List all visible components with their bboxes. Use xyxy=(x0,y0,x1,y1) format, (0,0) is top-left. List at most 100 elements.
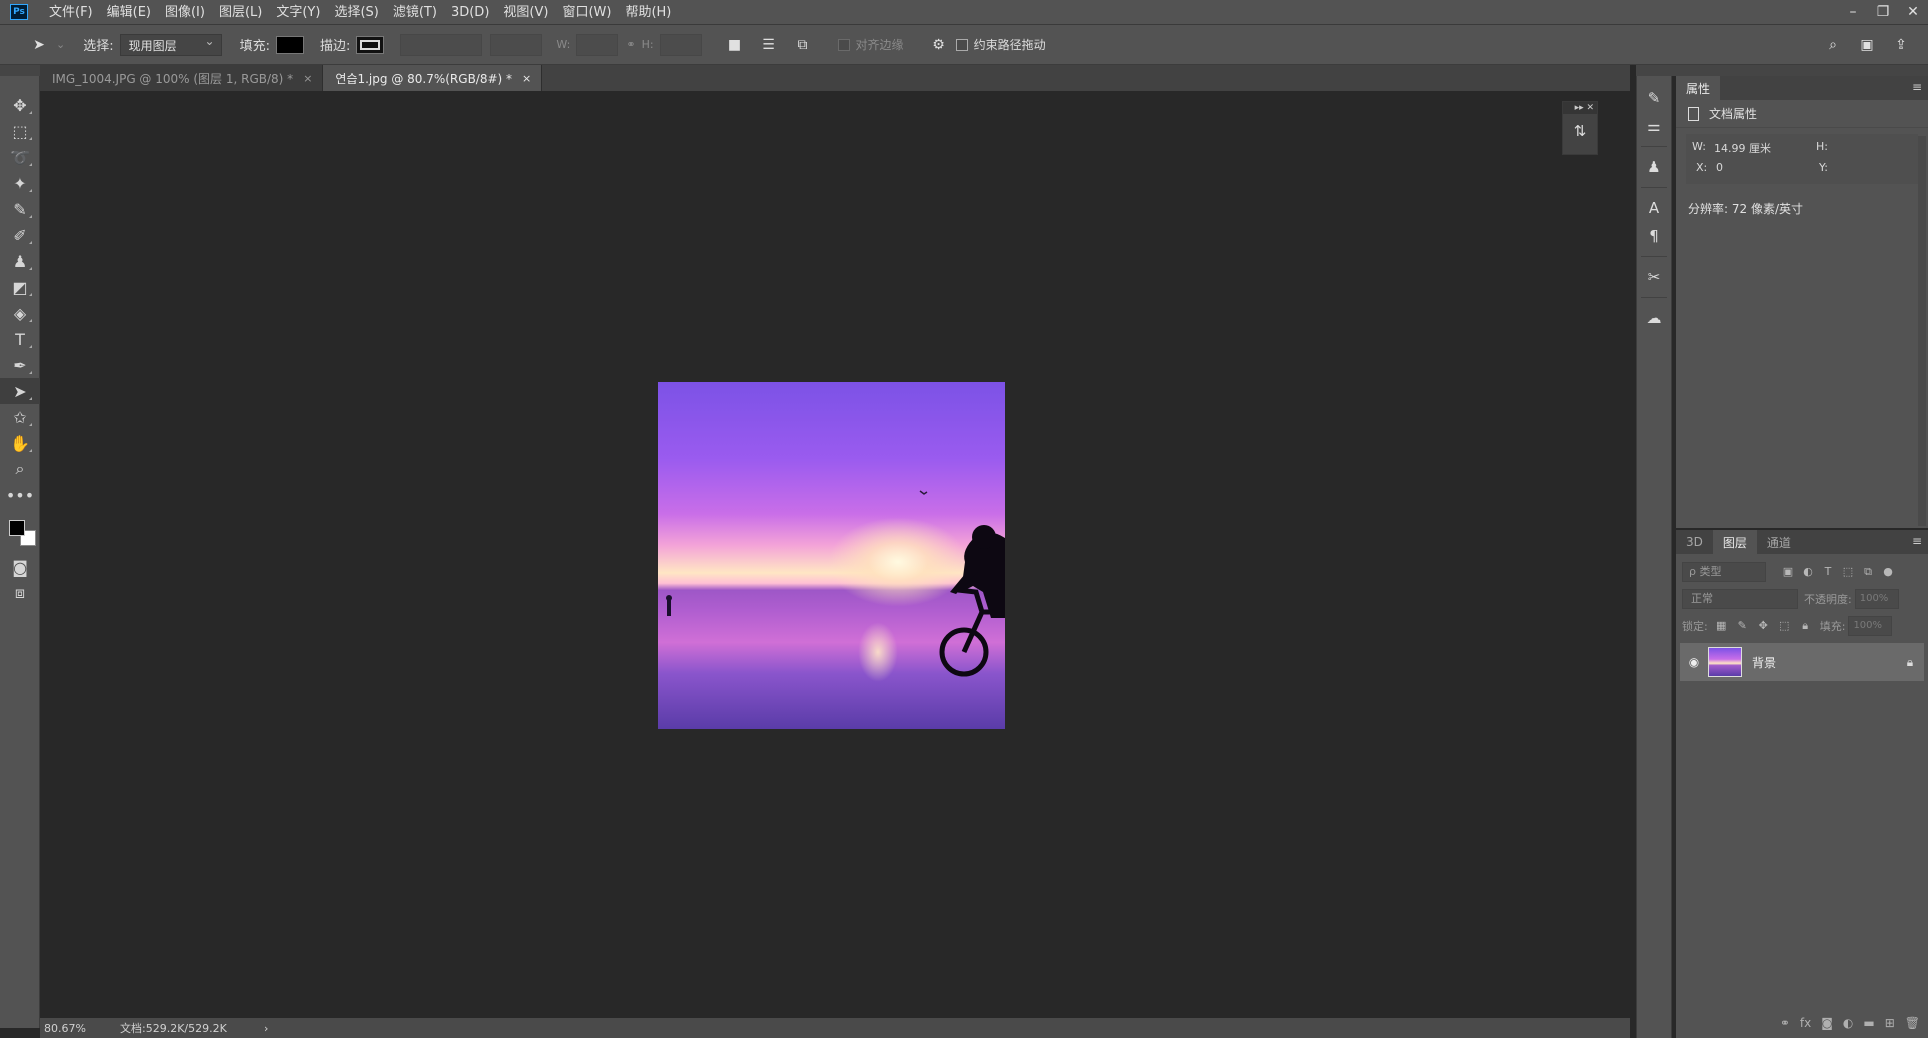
menu-window[interactable]: 窗口(W) xyxy=(555,0,618,25)
share-icon[interactable]: ⇪ xyxy=(1890,34,1912,56)
lock-transparent-icon[interactable]: ▦ xyxy=(1711,619,1732,632)
menu-file[interactable]: 文件(F) xyxy=(42,0,100,25)
lock-artboard-icon[interactable]: ⬚ xyxy=(1774,619,1795,632)
tab-layers[interactable]: 图层 xyxy=(1712,530,1757,554)
zoom-tool-icon[interactable]: ⌕ xyxy=(0,456,40,482)
select-dropdown[interactable]: 现用图层 xyxy=(119,33,222,56)
minimize-button[interactable]: – xyxy=(1838,0,1868,25)
layer-name[interactable]: 背景 xyxy=(1752,654,1896,671)
tab-properties[interactable]: 属性 xyxy=(1676,76,1721,100)
canvas-area[interactable]: ▸▸ ✕ ⇅ xyxy=(40,91,1630,1018)
filter-adjustment-icon[interactable]: ◐ xyxy=(1798,565,1818,578)
lasso-tool-icon[interactable]: ➰ xyxy=(0,144,40,170)
close-icon[interactable]: × xyxy=(303,72,312,85)
menu-edit[interactable]: 编辑(E) xyxy=(100,0,158,25)
filter-shape-icon[interactable]: ⬚ xyxy=(1838,565,1858,578)
move-tool-icon[interactable]: ✥ xyxy=(0,92,40,118)
path-operations-icon[interactable]: ■ xyxy=(724,34,746,56)
clone-source-icon[interactable]: ♟ xyxy=(1637,153,1671,181)
align-edges-checkbox[interactable] xyxy=(837,38,850,51)
new-group-icon[interactable]: ▬ xyxy=(1863,1016,1874,1030)
tool-preset-chevron-icon[interactable]: ⌄ xyxy=(56,38,65,51)
custom-shape-tool-icon[interactable]: ✩ xyxy=(0,404,40,430)
opacity-field[interactable]: 100% xyxy=(1854,588,1899,609)
fill-field[interactable]: 100% xyxy=(1848,615,1893,636)
workspace-icon[interactable]: ▣ xyxy=(1856,34,1878,56)
adjustment-layer-icon[interactable]: ◐ xyxy=(1843,1016,1853,1030)
status-menu-arrow-icon[interactable]: › xyxy=(264,1022,268,1035)
menu-layer[interactable]: 图层(L) xyxy=(212,0,269,25)
filter-smart-object-icon[interactable]: ⧉ xyxy=(1858,565,1878,579)
w-value[interactable]: 14.99 厘米 xyxy=(1714,140,1771,156)
path-selection-tool-icon[interactable]: ➤ xyxy=(0,378,40,404)
layer-filter-dropdown[interactable]: ρ 类型 xyxy=(1682,561,1766,582)
eyedropper-tool-icon[interactable]: ✎ xyxy=(0,196,40,222)
delete-layer-icon[interactable]: 🗑︎ xyxy=(1905,1016,1920,1030)
tab-img-1004[interactable]: IMG_1004.JPG @ 100% (图层 1, RGB/8) * × xyxy=(40,65,324,91)
restore-button[interactable]: ❐ xyxy=(1868,0,1898,25)
menu-filter[interactable]: 滤镜(T) xyxy=(386,0,444,25)
tool-presets-icon[interactable]: ✂ xyxy=(1637,263,1671,291)
link-layers-icon[interactable]: ⚭ xyxy=(1780,1016,1790,1030)
search-icon[interactable]: ⌕ xyxy=(1822,34,1844,56)
layer-row[interactable]: ◉ 背景 🔒︎ xyxy=(1680,643,1924,681)
libraries-icon[interactable]: ☁ xyxy=(1637,304,1671,332)
brush-tool-icon[interactable]: ✐ xyxy=(0,222,40,248)
height-field[interactable] xyxy=(659,33,702,56)
close-window-button[interactable]: ✕ xyxy=(1898,0,1928,25)
x-value[interactable]: 0 xyxy=(1716,161,1723,174)
menu-help[interactable]: 帮助(H) xyxy=(618,0,678,25)
eraser-tool-icon[interactable]: ◩ xyxy=(0,274,40,300)
paragraph-icon[interactable]: ¶ xyxy=(1637,222,1671,250)
stroke-swatch[interactable] xyxy=(356,35,385,54)
clone-stamp-tool-icon[interactable]: ♟ xyxy=(0,248,40,274)
character-icon[interactable]: A xyxy=(1637,194,1671,222)
filter-toggle-icon[interactable]: ● xyxy=(1878,565,1898,578)
zoom-level[interactable]: 80.67% xyxy=(40,1022,120,1035)
path-selection-tool-preset-icon[interactable]: ➤ xyxy=(28,34,50,56)
panels-collapse-strip[interactable] xyxy=(1636,65,1928,76)
stroke-width-field[interactable] xyxy=(400,33,483,56)
document-image[interactable] xyxy=(658,382,1005,729)
width-field[interactable] xyxy=(576,33,619,56)
path-alignment-icon[interactable]: ☰ xyxy=(758,34,780,56)
filter-pixel-icon[interactable]: ▣ xyxy=(1778,565,1798,578)
brush-settings-icon[interactable]: ✎ xyxy=(1637,84,1671,112)
mini-panel-header[interactable]: ▸▸ ✕ xyxy=(1563,102,1597,114)
more-tools-icon[interactable]: ••• xyxy=(0,482,40,508)
path-arrangement-icon[interactable]: ⧉ xyxy=(792,34,814,56)
visibility-eye-icon[interactable]: ◉ xyxy=(1680,655,1708,669)
new-layer-icon[interactable]: ⊞ xyxy=(1885,1016,1895,1030)
tab-channels[interactable]: 通道 xyxy=(1757,530,1801,554)
blend-mode-dropdown[interactable]: 正常 xyxy=(1682,588,1798,609)
paint-bucket-tool-icon[interactable]: ◈ xyxy=(0,300,40,326)
menu-view[interactable]: 视图(V) xyxy=(496,0,555,25)
layer-style-icon[interactable]: fx xyxy=(1800,1016,1811,1030)
menu-image[interactable]: 图像(I) xyxy=(158,0,212,25)
panel-menu-icon[interactable]: ≡ xyxy=(1912,534,1922,548)
quick-mask-icon[interactable]: ◙ xyxy=(0,554,40,580)
tab-3d[interactable]: 3D xyxy=(1676,530,1713,554)
color-swatches[interactable] xyxy=(0,508,40,554)
tab-practice-1[interactable]: 연습1.jpg @ 80.7%(RGB/8#) * × xyxy=(323,65,543,91)
lock-all-icon[interactable]: 🔒︎ xyxy=(1795,619,1816,633)
link-icon[interactable]: ⚭ xyxy=(626,38,635,51)
screen-mode-icon[interactable]: ⧈ xyxy=(0,580,40,606)
constrain-path-checkbox[interactable] xyxy=(955,38,968,51)
filter-type-icon[interactable]: T xyxy=(1818,565,1838,578)
gear-icon[interactable]: ⚙ xyxy=(928,34,950,56)
magic-wand-tool-icon[interactable]: ✦ xyxy=(0,170,40,196)
lock-pixels-icon[interactable]: ✎ xyxy=(1732,619,1753,632)
properties-scrollbar[interactable] xyxy=(1918,136,1926,526)
close-icon[interactable]: × xyxy=(522,72,531,85)
stroke-type-dropdown[interactable] xyxy=(490,33,543,56)
lock-position-icon[interactable]: ✥ xyxy=(1753,619,1774,632)
toolbar-collapse-strip[interactable] xyxy=(0,65,40,76)
history-states-icon[interactable]: ⇅ xyxy=(1563,114,1597,140)
marquee-tool-icon[interactable]: ⬚ xyxy=(0,118,40,144)
add-mask-icon[interactable]: ◙ xyxy=(1821,1016,1833,1030)
foreground-color-swatch[interactable] xyxy=(9,520,25,536)
hand-tool-icon[interactable]: ✋ xyxy=(0,430,40,456)
menu-select[interactable]: 选择(S) xyxy=(327,0,385,25)
menu-3d[interactable]: 3D(D) xyxy=(444,0,496,25)
